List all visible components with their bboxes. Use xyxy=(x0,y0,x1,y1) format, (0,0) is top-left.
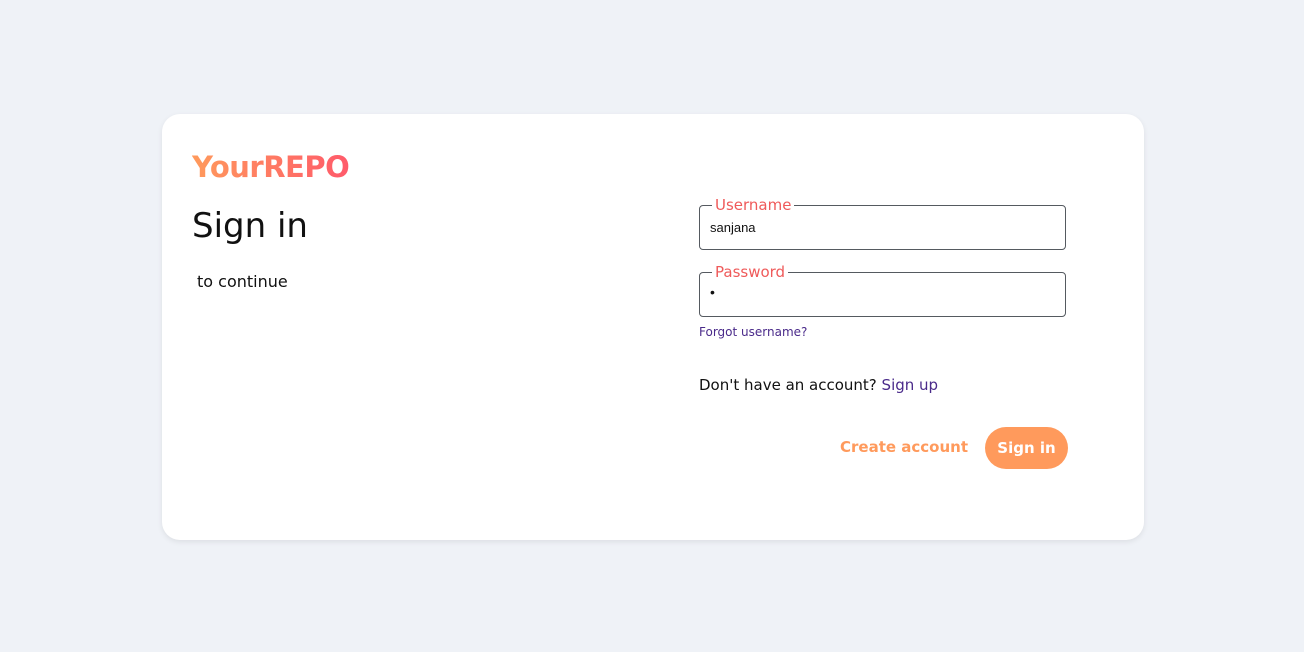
signup-prompt: Don't have an account? Sign up xyxy=(699,376,938,394)
brand-logo: YourREPO xyxy=(192,150,350,184)
create-account-button[interactable]: Create account xyxy=(840,438,968,456)
password-field[interactable]: Password • xyxy=(699,263,1066,317)
signup-link[interactable]: Sign up xyxy=(882,376,939,394)
sign-in-button[interactable]: Sign in xyxy=(985,427,1068,469)
sign-in-card: YourREPO Sign in to continue Username sa… xyxy=(162,114,1144,540)
password-label: Password xyxy=(712,263,789,281)
password-value[interactable]: • xyxy=(710,284,717,300)
forgot-username-link[interactable]: Forgot username? xyxy=(699,325,807,339)
username-label: Username xyxy=(712,196,795,214)
signup-prompt-text: Don't have an account? xyxy=(699,376,882,394)
username-value[interactable]: sanjana xyxy=(710,220,756,235)
page-subtitle: to continue xyxy=(197,272,288,291)
username-field[interactable]: Username sanjana xyxy=(699,196,1066,250)
page-title: Sign in xyxy=(192,206,308,246)
